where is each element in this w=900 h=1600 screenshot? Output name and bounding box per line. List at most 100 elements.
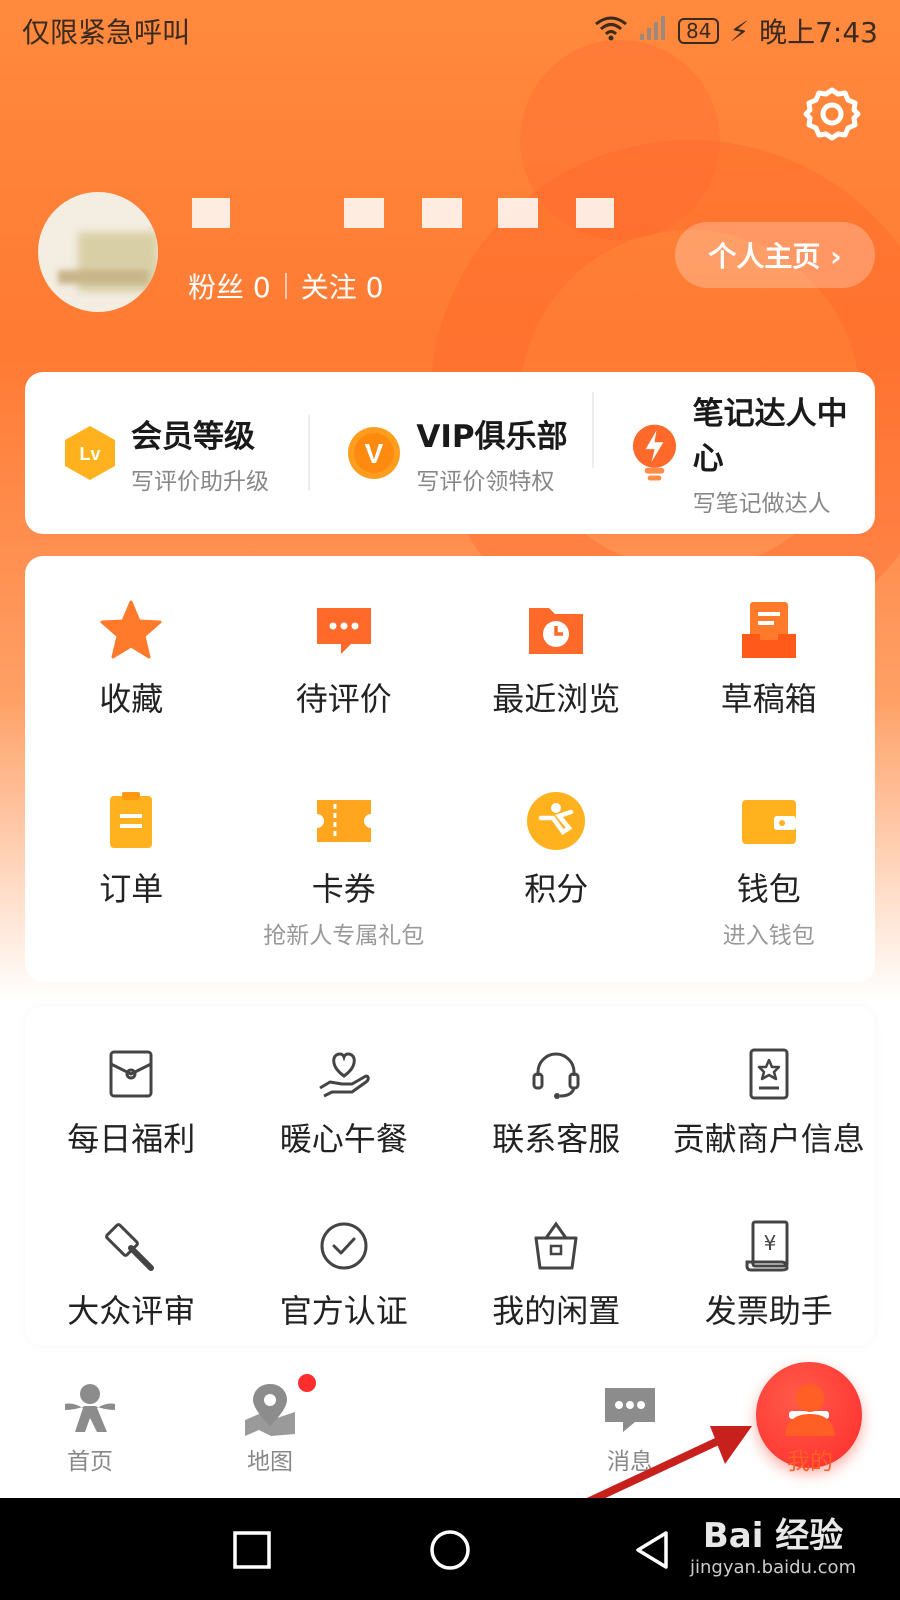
tab-map[interactable]: 地图: [180, 1352, 360, 1476]
points-label: 积分: [524, 870, 589, 908]
notification-dot: [298, 1374, 316, 1392]
watermark: Bai 经验 jingyan.baidu.com: [690, 1508, 856, 1578]
coupons-label: 卡券: [311, 870, 376, 908]
wallet-button[interactable]: 钱包 进入钱包: [663, 788, 876, 982]
heart-hand-icon: [318, 1052, 370, 1098]
watermark-url: jingyan.baidu.com: [690, 1557, 857, 1578]
username-redacted: [498, 198, 538, 228]
warm-lunch-button[interactable]: 暖心午餐: [238, 1046, 451, 1174]
avatar-image-detail: [58, 270, 148, 284]
status-bar: 仅限紧急呼叫 84 ⚡ 晚上7:43: [0, 0, 900, 62]
public-review-button[interactable]: 大众评审: [25, 1218, 238, 1346]
member-level-entry[interactable]: Lv 会员等级 写评价助升级: [25, 411, 308, 496]
headset-icon: [532, 1052, 580, 1099]
customer-service-button[interactable]: 联系客服: [450, 1046, 663, 1174]
username-redacted: [576, 198, 614, 228]
lv-badge-icon: Lv: [65, 426, 115, 480]
wallet-label: 钱包: [736, 870, 801, 908]
signal-icon: [638, 14, 668, 49]
person-icon: [785, 1384, 835, 1436]
gear-icon: [803, 87, 861, 141]
fans-count[interactable]: 粉丝 0: [188, 266, 271, 306]
vip-club-title: VIP俱乐部: [416, 418, 568, 455]
vip-club-entry[interactable]: V VIP俱乐部 写评价领特权: [308, 411, 591, 496]
points-button[interactable]: 积分: [450, 788, 663, 982]
member-level-subtitle: 写评价助升级: [131, 468, 269, 495]
status-indicators: 84 ⚡ 晚上7:43: [594, 11, 878, 51]
home-circle-icon[interactable]: [428, 1528, 472, 1572]
charging-icon: ⚡: [729, 14, 750, 48]
vip-club-subtitle: 写评价领特权: [416, 468, 555, 495]
following-count[interactable]: 关注 0: [301, 266, 384, 306]
clock: 晚上7:43: [759, 16, 878, 49]
shop-info-icon: [749, 1048, 789, 1100]
public-review-label: 大众评审: [67, 1292, 196, 1330]
drafts-label: 草稿箱: [720, 680, 817, 718]
favorites-button[interactable]: 收藏: [25, 598, 238, 752]
history-folder-icon: [529, 608, 584, 654]
note-expert-entry[interactable]: 笔记达人中心 写笔记做达人: [591, 388, 875, 518]
official-certification-button[interactable]: 官方认证: [238, 1218, 451, 1346]
wallet-sub: 进入钱包: [722, 923, 815, 949]
orders-label: 订单: [99, 870, 164, 908]
note-expert-title: 笔记达人中心: [692, 396, 848, 477]
username-redacted: [192, 198, 230, 228]
recent-apps-icon[interactable]: [230, 1528, 274, 1572]
member-card: Lv 会员等级 写评价助升级 V VIP俱乐部 写评价领特权 笔记达人中心 写笔…: [25, 372, 875, 534]
daily-welfare-label: 每日福利: [67, 1120, 196, 1158]
contribute-merchant-label: 贡献商户信息: [672, 1120, 865, 1158]
pending-review-button[interactable]: 待评价: [238, 598, 451, 752]
draft-box-icon: [741, 602, 796, 658]
tab-home-label: 首页: [67, 1449, 113, 1475]
carrier-text: 仅限紧急呼叫: [22, 16, 191, 49]
recent-history-button[interactable]: 最近浏览: [450, 598, 663, 752]
warm-lunch-label: 暖心午餐: [279, 1120, 408, 1158]
star-icon: [100, 600, 162, 659]
map-pin-icon: [245, 1384, 295, 1436]
settings-button[interactable]: [800, 82, 864, 146]
order-icon: [110, 792, 153, 848]
favorites-label: 收藏: [99, 680, 164, 718]
personal-homepage-button[interactable]: 个人主页 ›: [675, 222, 875, 288]
tools-card: 每日福利 暖心午餐 联系客服 贡献商户信息 大众评审 官方认证 我的闲置 ¥ 发…: [25, 1006, 875, 1346]
orders-button[interactable]: 订单: [25, 788, 238, 982]
my-idle-items-label: 我的闲置: [492, 1292, 621, 1330]
bulb-bolt-icon: [632, 424, 676, 481]
contribute-merchant-button[interactable]: 贡献商户信息: [663, 1046, 876, 1174]
coupon-icon: [316, 800, 371, 842]
daily-welfare-button[interactable]: 每日福利: [25, 1046, 238, 1174]
wallet-icon: [741, 800, 796, 844]
bottom-tab-bar: 首页 地图 消息 我的: [0, 1352, 900, 1498]
tab-home[interactable]: 首页: [0, 1352, 180, 1476]
watermark-logo: Bai 经验: [702, 1516, 844, 1556]
coupons-promo: 抢新人专属礼包: [263, 923, 425, 949]
my-idle-items-button[interactable]: 我的闲置: [450, 1218, 663, 1346]
customer-service-label: 联系客服: [492, 1120, 621, 1158]
check-circle-icon: [320, 1222, 368, 1270]
coupons-button[interactable]: 卡券 抢新人专属礼包: [238, 788, 451, 982]
vip-badge-icon: V: [348, 427, 401, 479]
personal-homepage-label: 个人主页 ›: [708, 240, 842, 273]
note-expert-subtitle: 写笔记做达人: [692, 491, 831, 517]
invoice-icon: ¥: [745, 1220, 789, 1272]
svg-text:¥: ¥: [763, 1231, 776, 1255]
red-envelope-icon: [109, 1050, 153, 1098]
back-triangle-icon[interactable]: [630, 1528, 674, 1572]
services-card: 收藏 待评价 最近浏览 草稿箱 订单 卡券 抢新人专属礼包 积分 钱包 进入钱包: [25, 556, 875, 982]
username-redacted: [344, 198, 384, 228]
home-mascot-icon: [65, 1384, 115, 1432]
lv-badge-text: Lv: [79, 444, 100, 464]
invoice-assistant-button[interactable]: ¥ 发票助手: [663, 1218, 876, 1346]
drafts-button[interactable]: 草稿箱: [663, 598, 876, 752]
invoice-assistant-label: 发票助手: [704, 1292, 833, 1330]
bag-icon: [534, 1221, 578, 1270]
username-redacted: [422, 198, 462, 228]
avatar[interactable]: [38, 192, 158, 312]
points-icon: [527, 792, 586, 850]
recent-history-label: 最近浏览: [492, 680, 621, 718]
follow-stats: 粉丝 0 关注 0: [188, 266, 383, 306]
tab-mine-label: 我的: [787, 1449, 833, 1475]
comment-icon: [316, 608, 371, 654]
tab-map-label: 地图: [247, 1449, 293, 1475]
wifi-icon: [594, 14, 628, 49]
